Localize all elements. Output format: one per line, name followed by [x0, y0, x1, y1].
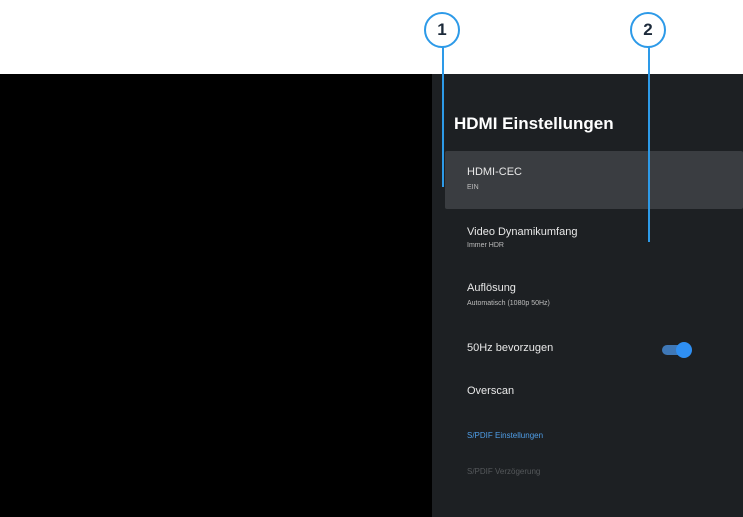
panel-title: HDMI Einstellungen: [454, 114, 614, 133]
video-dynamic-range-value: Immer HDR: [467, 242, 504, 249]
callout-2-line: [648, 45, 650, 242]
hdmi-cec-label: HDMI-CEC: [467, 166, 522, 178]
menu-item-prefer-50hz[interactable]: 50Hz bevorzugen: [445, 326, 743, 366]
resolution-label: Auflösung: [467, 282, 516, 294]
video-dynamic-range-label: Video Dynamikumfang: [467, 226, 578, 238]
callout-1-line: [442, 45, 444, 187]
hdmi-cec-value: EIN: [467, 184, 479, 191]
menu-item-overscan[interactable]: Overscan: [445, 374, 743, 410]
menu-item-hdmi-cec[interactable]: HDMI-CEC EIN: [445, 151, 743, 209]
resolution-value: Automatisch (1080p 50Hz): [467, 300, 550, 307]
menu-item-video-dynamic-range[interactable]: Video Dynamikumfang Immer HDR: [445, 213, 743, 265]
toggle-switch-icon[interactable]: [662, 342, 692, 358]
overscan-label: Overscan: [467, 385, 515, 397]
hdmi-settings-panel: HDMI Einstellungen HDMI-CEC EIN Video Dy…: [432, 74, 743, 517]
prefer-50hz-label: 50Hz bevorzugen: [467, 342, 554, 354]
callout-1-badge: 1: [424, 12, 460, 48]
callout-2-badge: 2: [630, 12, 666, 48]
spdif-delay-label: S/PDIF Verzögerung: [467, 467, 541, 476]
spdif-settings-link[interactable]: S/PDIF Einstellungen: [467, 431, 543, 440]
toggle-thumb: [676, 342, 692, 358]
menu-item-resolution[interactable]: Auflösung Automatisch (1080p 50Hz): [445, 269, 743, 321]
